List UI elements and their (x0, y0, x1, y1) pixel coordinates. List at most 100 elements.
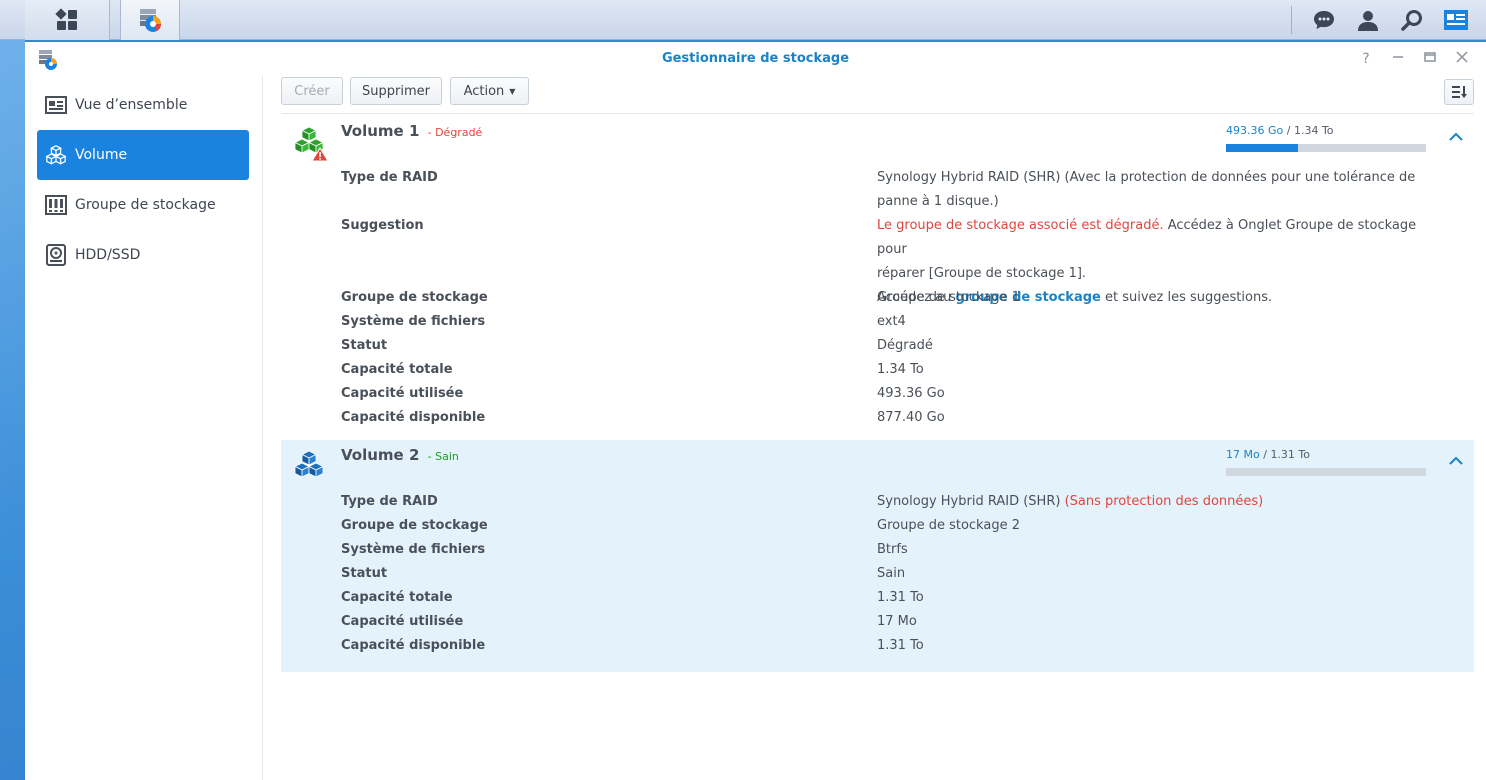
caret-down-icon: ▼ (509, 86, 516, 96)
sidebar-item-label: Groupe de stockage (75, 197, 216, 213)
detail-key: Statut (341, 338, 388, 353)
detail-key: Capacité totale (341, 590, 453, 605)
raid-value-line: panne à 1 disque.) (877, 194, 999, 209)
suggestion-line: Le groupe de stockage associé est dégrad… (877, 214, 1422, 262)
maximize-button[interactable] (1421, 50, 1439, 68)
volume-status-badge: - Dégradé (427, 126, 483, 139)
detail-key: Statut (341, 566, 388, 581)
usage-bar (1226, 468, 1426, 476)
main-panel: Créer Supprimer Action ▼ Volume 1 - Dégr… (281, 76, 1474, 780)
volume-card[interactable]: Volume 1 - Dégradé 493.36 Go / 1.34 To T… (281, 116, 1474, 440)
window-title: Gestionnaire de stockage (661, 51, 850, 66)
sidebar-item-label: Volume (75, 147, 128, 163)
detail-key: Capacité utilisée (341, 386, 464, 401)
suggestion-warning: Le groupe de stockage associé est dégrad… (877, 218, 1164, 233)
sidebar-item-storage-pool[interactable]: Groupe de stockage (37, 180, 249, 230)
sidebar: Vue d’ensemble Volume Groupe de stockage (25, 76, 263, 780)
detail-key: Type de RAID (341, 494, 438, 509)
detail-key: Groupe de stockage (341, 518, 488, 533)
detail-value: 1.34 To (877, 362, 924, 377)
volume-healthy-icon (294, 450, 324, 478)
taskbar (0, 0, 1486, 40)
detail-value: Dégradé (877, 338, 933, 353)
minimize-icon (1393, 56, 1403, 58)
overview-icon (45, 94, 67, 116)
sort-icon (1452, 86, 1467, 98)
help-icon: ? (1362, 51, 1370, 67)
action-label: Action (463, 83, 505, 99)
disk-icon (45, 244, 67, 266)
widget-panel-icon (1444, 10, 1468, 30)
minimize-button[interactable] (1389, 50, 1407, 68)
detail-key: Suggestion (341, 218, 424, 233)
sidebar-item-hdd-ssd[interactable]: HDD/SSD (37, 230, 249, 280)
search-icon (1401, 10, 1422, 31)
main-menu-button[interactable] (25, 0, 110, 40)
taskbar-storage-manager-button[interactable] (120, 0, 180, 40)
detail-key: Capacité disponible (341, 410, 486, 425)
usage-summary: 493.36 Go / 1.34 To (1226, 124, 1334, 137)
raid-value-line: Synology Hybrid RAID (SHR) (Avec la prot… (877, 170, 1416, 185)
close-icon (1456, 51, 1468, 63)
detail-value: Groupe de stockage 1 (877, 290, 1020, 305)
cubes-icon (45, 144, 67, 166)
volume-status-badge: - Sain (427, 450, 459, 463)
sidebar-item-volume[interactable]: Volume (37, 130, 249, 180)
storage-pool-icon (45, 194, 67, 216)
detail-key: Système de fichiers (341, 314, 486, 329)
volume-title: Volume 1 - Dégradé (341, 122, 482, 140)
help-button[interactable]: ? (1357, 50, 1375, 68)
grid-menu-icon (55, 8, 77, 30)
raid-note: (Sans protection des données) (1064, 494, 1264, 509)
collapse-chevron-icon[interactable] (1447, 452, 1465, 470)
detail-value: 493.36 Go (877, 386, 945, 401)
detail-key: Type de RAID (341, 170, 438, 185)
storage-manager-window: Gestionnaire de stockage ? Vue d’ensembl… (25, 40, 1486, 780)
detail-value: 877.40 Go (877, 410, 945, 425)
usage-total: 1.31 To (1270, 448, 1311, 461)
usage-bar (1226, 144, 1426, 152)
collapse-chevron-icon[interactable] (1447, 128, 1465, 146)
chat-bubble-icon (1314, 11, 1334, 29)
notifications-button[interactable] (1302, 0, 1346, 40)
usage-used: 17 Mo (1226, 448, 1260, 461)
usage-separator: / (1263, 448, 1267, 461)
user-button[interactable] (1346, 0, 1390, 40)
action-dropdown-button[interactable]: Action ▼ (450, 77, 529, 105)
raid-value: Synology Hybrid RAID (SHR) (877, 494, 1065, 509)
window-titlebar[interactable]: Gestionnaire de stockage ? (25, 42, 1486, 76)
volume-title: Volume 2 - Sain (341, 446, 459, 464)
usage-summary: 17 Mo / 1.31 To (1226, 448, 1310, 461)
volume-card[interactable]: Volume 2 - Sain 17 Mo / 1.31 To Type de … (281, 440, 1474, 672)
detail-value: Synology Hybrid RAID (SHR) (Avec la prot… (877, 166, 1422, 214)
detail-value: Groupe de stockage 2 (877, 518, 1020, 533)
usage-total: 1.34 To (1293, 124, 1334, 137)
usage-used: 493.36 Go (1226, 124, 1284, 137)
detail-value: Sain (877, 566, 906, 581)
user-icon (1358, 11, 1378, 31)
close-button[interactable] (1453, 50, 1471, 68)
detail-value: 17 Mo (877, 614, 917, 629)
detail-value: 1.31 To (877, 638, 924, 653)
volume-name: Volume 2 (341, 446, 420, 464)
storage-manager-icon (140, 9, 162, 32)
detail-key: Groupe de stockage (341, 290, 488, 305)
usage-separator: / (1286, 124, 1291, 137)
create-button[interactable]: Créer (281, 77, 343, 105)
delete-button[interactable]: Supprimer (350, 77, 442, 105)
detail-key: Capacité totale (341, 362, 453, 377)
sidebar-item-label: Vue d’ensemble (75, 97, 188, 113)
usage-bar-fill (1226, 144, 1298, 152)
search-button[interactable] (1390, 0, 1434, 40)
toolbar: Créer Supprimer Action ▼ (281, 76, 1474, 114)
volume-name: Volume 1 (341, 122, 420, 140)
volume-degraded-icon (294, 126, 329, 162)
sidebar-item-overview[interactable]: Vue d’ensemble (37, 80, 249, 130)
widgets-button[interactable] (1434, 0, 1478, 40)
detail-key: Capacité utilisée (341, 614, 464, 629)
sort-button[interactable] (1444, 79, 1474, 105)
detail-value: ext4 (877, 314, 906, 329)
maximize-icon (1424, 52, 1436, 62)
detail-value: 1.31 To (877, 590, 924, 605)
suggestion-line: réparer [Groupe de stockage 1]. (877, 266, 1087, 281)
